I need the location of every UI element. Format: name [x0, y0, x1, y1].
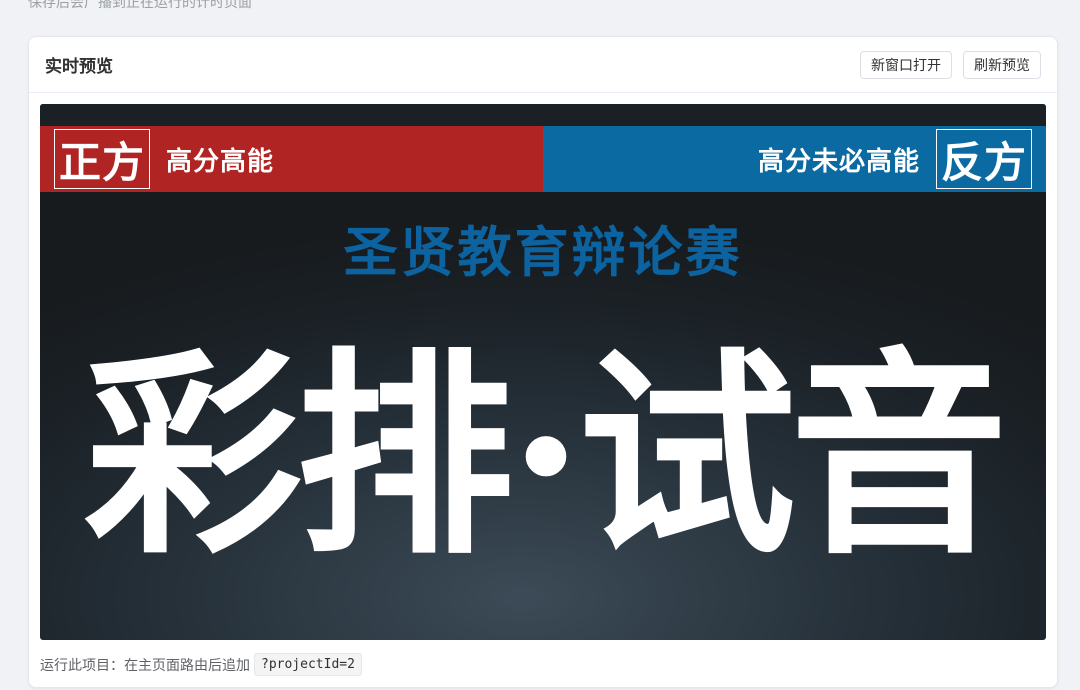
preview-top-strip	[40, 104, 1046, 126]
preview-screen: 正方 高分高能 高分未必高能 反方 圣贤教育辩论赛 彩排·试音	[40, 104, 1046, 640]
con-side-banner: 高分未必高能 反方	[543, 126, 1046, 192]
con-side-badge: 反方	[935, 129, 1032, 189]
event-name: 圣贤教育辩论赛	[343, 220, 743, 284]
save-broadcast-hint: 保存后会广播到正在运行的计时页面	[28, 0, 252, 11]
pro-side-banner: 正方 高分高能	[40, 126, 543, 192]
run-project-hint-text: 运行此项目：在主页面路由后追加	[40, 657, 250, 674]
run-project-hint: 运行此项目：在主页面路由后追加 ?projectId=2	[40, 653, 362, 676]
con-side-stance: 高分未必高能	[757, 146, 920, 177]
card-header: 实时预览 新窗口打开 刷新预览	[29, 37, 1057, 93]
refresh-preview-button[interactable]: 刷新预览	[963, 50, 1041, 79]
project-id-code: ?projectId=2	[254, 653, 362, 676]
pro-side-badge: 正方	[54, 129, 151, 189]
card-title: 实时预览	[45, 57, 113, 77]
pro-side-stance: 高分高能	[166, 146, 275, 177]
main-display-text: 彩排·试音	[84, 328, 1008, 584]
header-actions: 新窗口打开 刷新预览	[860, 50, 1041, 79]
open-new-window-button[interactable]: 新窗口打开	[860, 50, 952, 79]
live-preview-card: 实时预览 新窗口打开 刷新预览 正方 高分高能 高分未必高能 反方 圣贤教育辩论…	[28, 36, 1058, 688]
